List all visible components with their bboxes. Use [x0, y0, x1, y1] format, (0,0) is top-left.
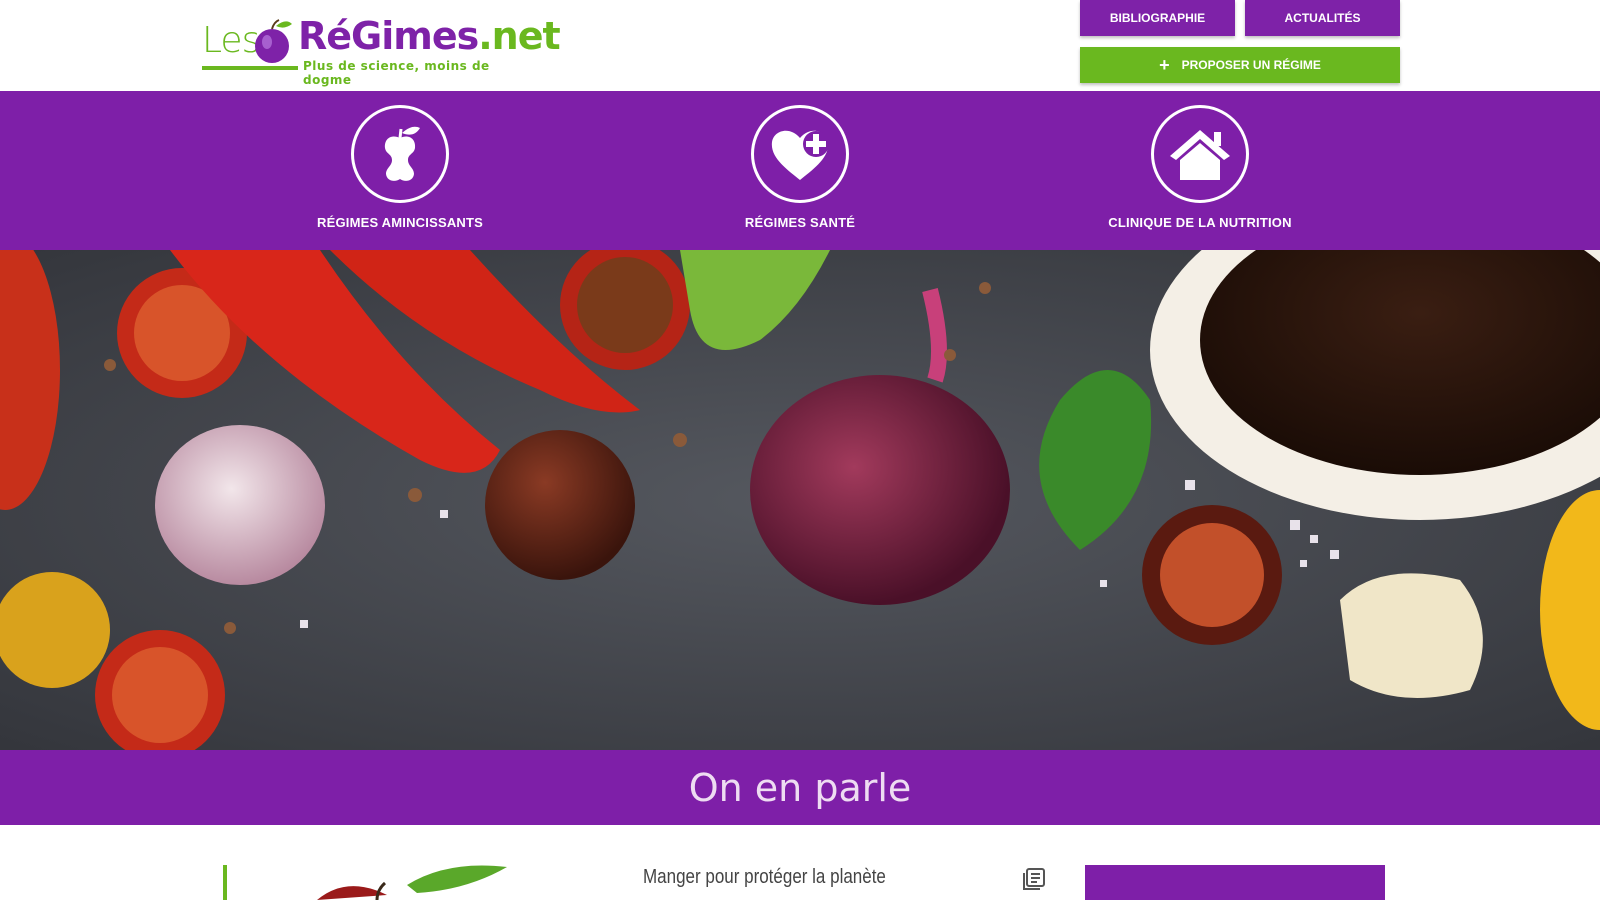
category-regimes-amincissants[interactable]: RÉGIMES AMINCISSANTS: [280, 91, 520, 250]
article-thumbnail[interactable]: [223, 865, 512, 900]
logo-underline: [202, 66, 298, 70]
site-logo[interactable]: Les RéGimes.net Plus de science, moins d…: [202, 10, 561, 87]
site-header: Les RéGimes.net Plus de science, moins d…: [0, 0, 1600, 91]
article-title-link[interactable]: Manger pour protéger la planète: [643, 866, 886, 889]
section-title: On en parle: [688, 765, 912, 810]
category-regimes-sante[interactable]: RÉGIMES SANTÉ: [680, 91, 920, 250]
category-nav: RÉGIMES AMINCISSANTS RÉGIMES SANTÉ CLINI…: [0, 91, 1600, 250]
heart-plus-icon: [771, 130, 829, 180]
apple-core-icon: [384, 126, 420, 181]
category-circle: [751, 105, 849, 203]
proposer-regime-label: PROPOSER UN RÉGIME: [1181, 58, 1321, 72]
apple-image: [317, 865, 507, 900]
house-icon: [1170, 130, 1230, 180]
category-label: RÉGIMES SANTÉ: [744, 215, 856, 230]
logo-regimes-text: RéGimes: [298, 14, 479, 58]
category-label: RÉGIMES AMINCISSANTS: [316, 215, 484, 230]
category-circle: [1151, 105, 1249, 203]
sidebar-box: [1085, 865, 1385, 900]
proposer-regime-button[interactable]: + PROPOSER UN RÉGIME: [1080, 47, 1400, 83]
section-band: On en parle: [0, 750, 1600, 825]
actualites-button[interactable]: ACTUALITÉS: [1245, 0, 1400, 36]
news-list-icon[interactable]: [1023, 868, 1045, 890]
logo-regimes: RéGimes.net: [298, 14, 561, 58]
bibliographie-button[interactable]: BIBLIOGRAPHIE: [1080, 0, 1235, 36]
logo-net-text: .net: [478, 14, 560, 58]
logo-les: Les: [202, 20, 260, 61]
category-clinique-nutrition[interactable]: CLINIQUE DE LA NUTRITION: [1080, 91, 1320, 250]
logo-tagline: Plus de science, moins de dogme: [303, 59, 490, 87]
category-circle: [351, 105, 449, 203]
plum-logo-icon: [255, 19, 292, 63]
category-label: CLINIQUE DE LA NUTRITION: [1108, 215, 1292, 230]
plus-icon: +: [1159, 55, 1170, 75]
hero-vegetables-image: [0, 250, 1600, 750]
vegetables-photo: [0, 250, 1600, 750]
